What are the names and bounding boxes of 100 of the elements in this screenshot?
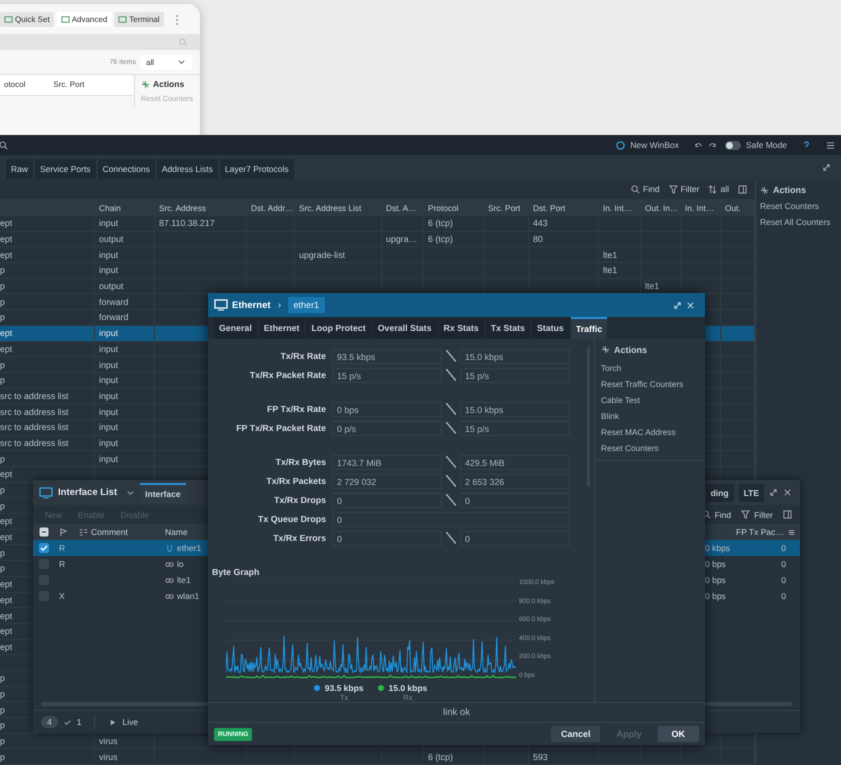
table-cell: p <box>0 688 5 699</box>
table-cell: lte1 <box>603 250 618 260</box>
table-cell: 0 bps <box>705 591 726 601</box>
actions-title: Actions <box>773 185 806 195</box>
table-cell: virus <box>99 736 118 746</box>
table-cell: p <box>0 673 5 684</box>
table-cell: input <box>99 390 118 401</box>
table-cell: input <box>99 250 118 260</box>
value-field: 1743.7 MiB <box>332 454 442 470</box>
interface-name: wlan1 <box>177 591 200 601</box>
table-cell: input <box>99 454 118 464</box>
interface-name: ether1 <box>177 543 202 553</box>
legend-value: 93.5 kbps <box>324 682 364 693</box>
field-label: FP Tx/Rx Rate <box>266 404 327 414</box>
table-cell: input <box>99 360 118 370</box>
actions-title: Actions <box>614 344 648 355</box>
table-cell: 443 <box>533 218 548 228</box>
table-cell: p <box>0 736 5 746</box>
value-field: 93.5 kbps <box>332 348 442 364</box>
value-field: 0 <box>460 492 570 508</box>
item-chip: ether1 <box>288 297 326 314</box>
table-cell: p <box>0 296 5 307</box>
value-field: 429.5 MiB <box>460 454 570 470</box>
count-badge: 4 <box>41 716 58 728</box>
table-cell: input <box>99 218 118 228</box>
table-cell: input <box>99 265 118 276</box>
field-label: Tx/Rx Errors <box>272 533 327 544</box>
table-cell: p <box>0 454 5 464</box>
table-cell: p <box>0 720 5 730</box>
table-cell: 0 bps <box>705 559 726 569</box>
safe-mode-label: Safe Mode <box>746 140 787 150</box>
table-cell: 0 bps <box>705 575 726 585</box>
flag-cell: R <box>59 543 66 553</box>
table-cell: output <box>99 281 124 292</box>
table-cell: ept <box>0 626 12 636</box>
table-cell: ept <box>0 532 12 542</box>
table-cell: 6 (tcp) <box>428 234 453 244</box>
table-cell: p <box>0 281 5 292</box>
table-cell: ept <box>0 610 12 621</box>
table-cell: input <box>99 344 118 354</box>
table-cell: ept <box>0 579 12 590</box>
table-cell: lte1 <box>645 281 660 292</box>
table-cell: 0 kbps <box>705 543 730 553</box>
table-cell: forward <box>99 296 128 307</box>
table-cell: p <box>0 752 5 762</box>
value-field: 0 <box>332 492 442 508</box>
table-cell: upgrade-list <box>299 250 345 260</box>
table-cell: p <box>0 485 5 496</box>
field-label: FP Tx/Rx Packet Rate <box>235 423 327 434</box>
table-cell: 0 <box>781 575 786 585</box>
table-cell: p <box>0 704 5 715</box>
table-cell: 87.110.38.217 <box>159 218 215 228</box>
table-cell: ept <box>0 516 12 526</box>
table-cell: input <box>99 422 118 432</box>
value-field: 15 p/s <box>332 368 442 383</box>
status-text: link ok <box>443 707 470 718</box>
value-field: 0 bps <box>332 402 442 417</box>
table-cell: input <box>99 438 118 448</box>
field-label: Tx/Rx Drops <box>273 495 327 506</box>
value-field: 0 p/s <box>332 420 442 436</box>
table-cell: 0 <box>781 559 786 569</box>
table-cell: p <box>0 265 5 276</box>
table-cell: 6 (tcp) <box>428 218 453 228</box>
table-cell: 6 (tcp) <box>428 752 453 762</box>
table-cell: virus <box>99 752 118 762</box>
table-cell: p <box>0 548 5 558</box>
table-cell: forward <box>99 312 128 322</box>
value-field: 0 <box>332 530 442 546</box>
table-cell: p <box>0 312 5 322</box>
field-label: Tx/Rx Packets <box>265 476 327 486</box>
table-cell: src to address list <box>0 406 68 417</box>
flag-cell: R <box>59 559 66 569</box>
actions-title: Actions <box>153 79 184 89</box>
table-cell: ept <box>0 250 12 260</box>
table-cell: ept <box>0 469 12 480</box>
table-cell: input <box>99 406 118 417</box>
table-cell: p <box>0 360 5 370</box>
table-cell: 593 <box>533 752 548 762</box>
table-cell: ept <box>0 344 12 354</box>
field-label: Tx/Rx Packet Rate <box>248 370 327 380</box>
interface-name: lo <box>177 559 184 569</box>
selected-count: 1 <box>76 717 82 727</box>
value-field: 15.0 kbps <box>460 402 570 417</box>
table-cell: src to address list <box>0 390 68 401</box>
value-field: 2 653 326 <box>460 474 570 489</box>
value-field: 0 <box>332 512 570 527</box>
value-field: 15.0 kbps <box>460 348 570 364</box>
table-cell: 80 <box>533 234 543 244</box>
window-title: Ethernet <box>232 300 271 311</box>
table-cell: ept <box>0 642 12 652</box>
field-label: Tx Queue Drops <box>257 514 327 524</box>
window-title: Interface List <box>58 487 118 498</box>
table-cell: src to address list <box>0 422 68 432</box>
table-cell: ept <box>0 328 12 338</box>
field-label: Tx/Rx Rate <box>280 351 327 362</box>
table-cell: upgra… <box>386 234 418 244</box>
field-label: Tx/Rx Bytes <box>274 457 327 468</box>
table-cell: input <box>99 375 118 386</box>
table-cell: p <box>0 563 5 574</box>
value-field: 15 p/s <box>460 368 570 383</box>
